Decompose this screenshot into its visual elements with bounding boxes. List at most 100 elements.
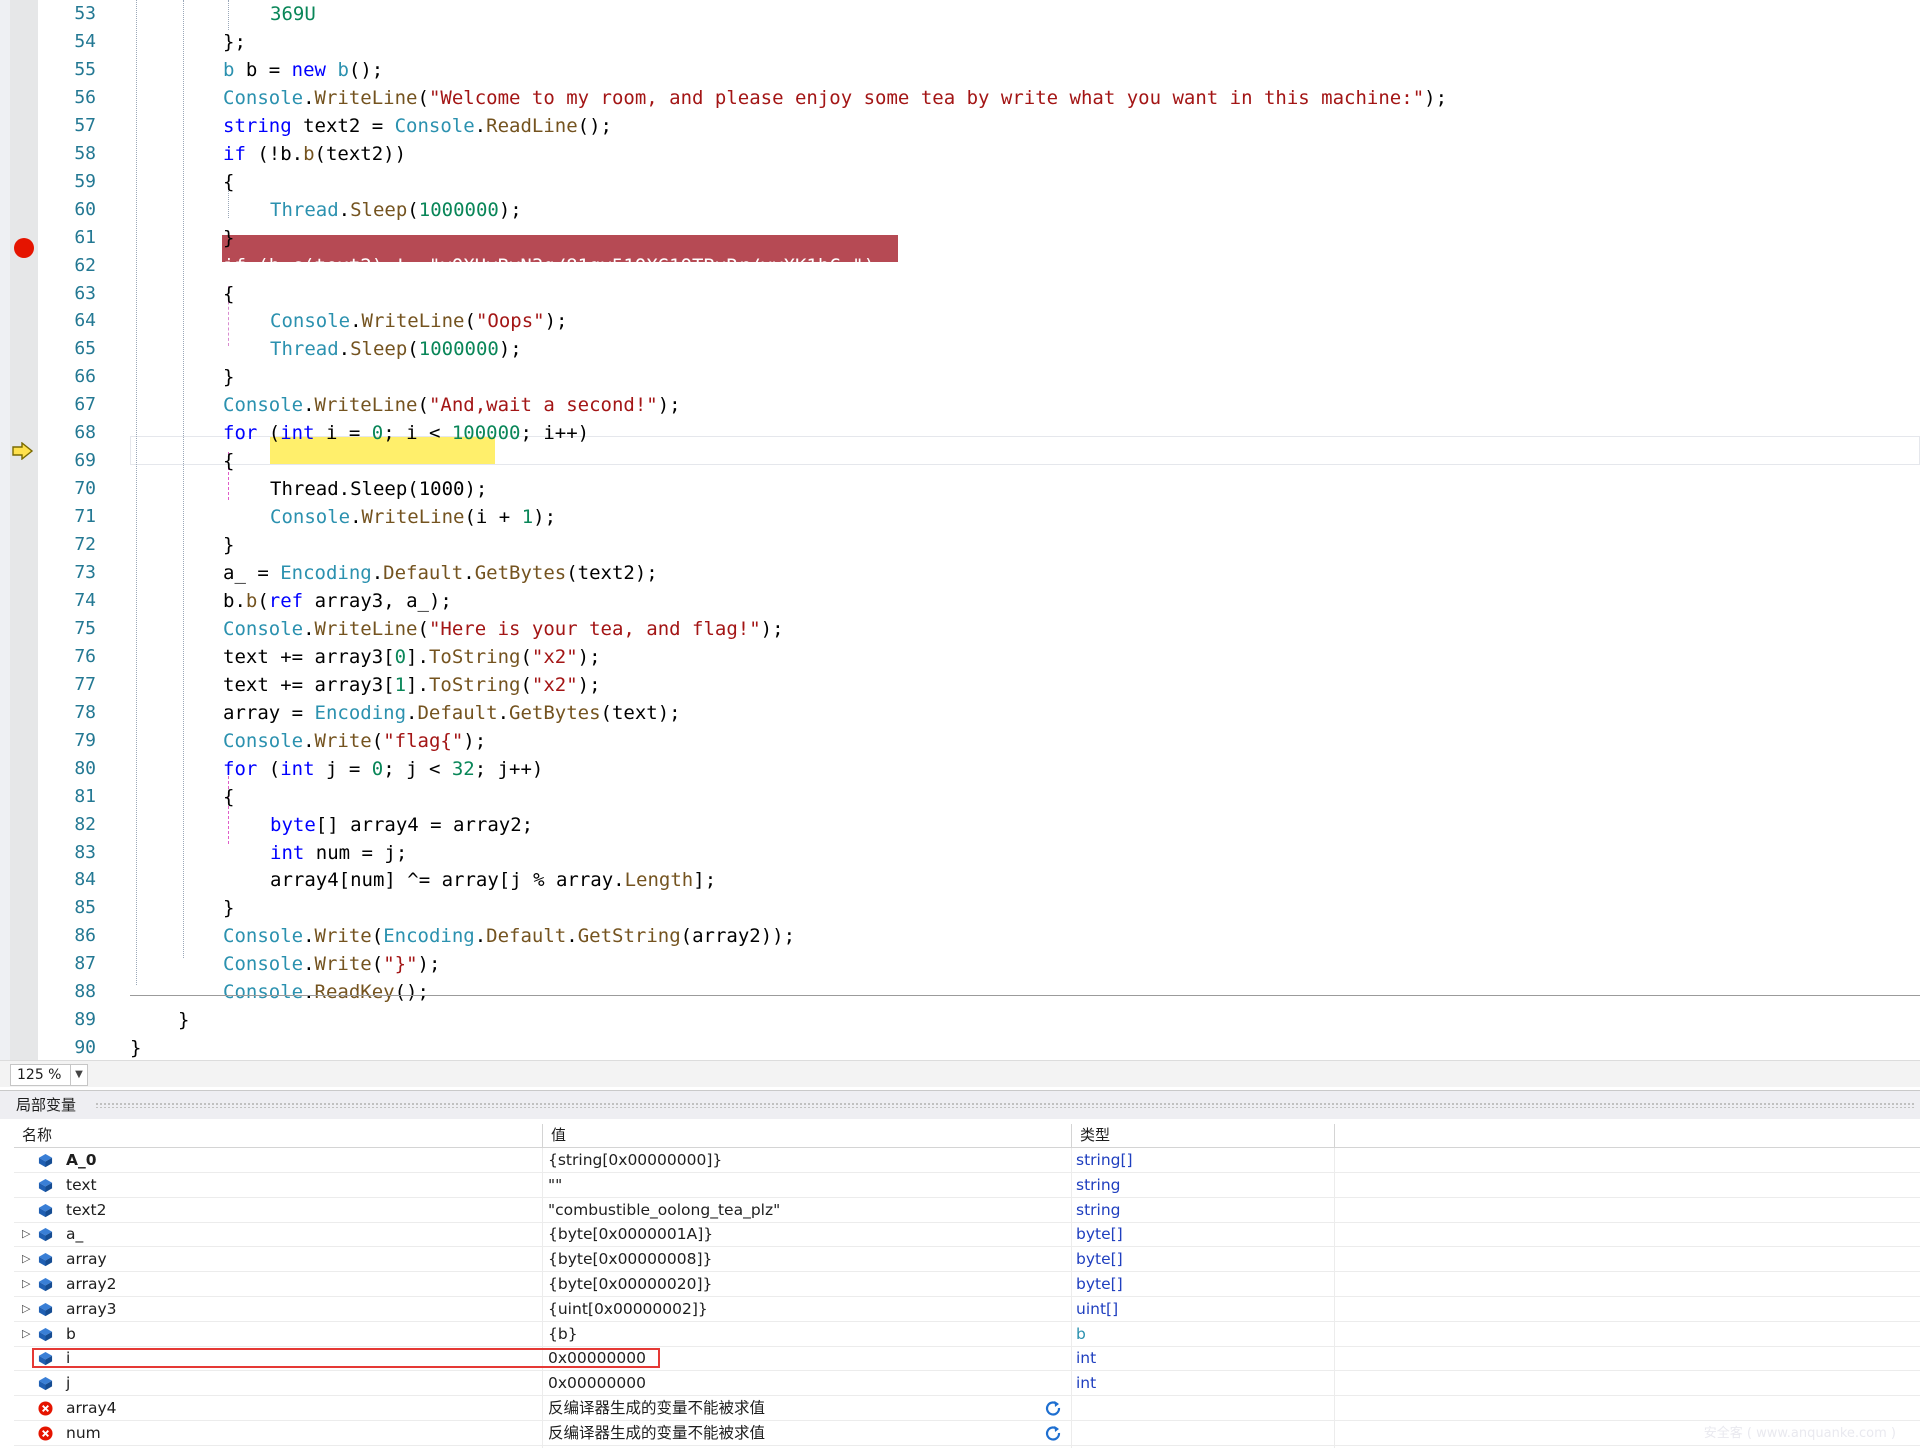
code-line[interactable]: 58 if (!b.b(text2)): [0, 140, 1920, 168]
expand-arrow-icon[interactable]: ▷: [22, 1272, 34, 1296]
code-line[interactable]: 86 Console.Write(Encoding.Default.GetStri…: [0, 922, 1920, 950]
variable-value[interactable]: {b}: [548, 1322, 578, 1346]
variable-value[interactable]: {byte[0x00000020]}: [548, 1272, 712, 1296]
code-line[interactable]: 90}: [0, 1034, 1920, 1062]
expand-arrow-icon[interactable]: ▷: [22, 1322, 34, 1346]
code-line[interactable]: 74 b.b(ref array3, a_);: [0, 587, 1920, 615]
code-line[interactable]: 69 {: [0, 447, 1920, 475]
code-token: a_ =: [223, 562, 281, 584]
code-line[interactable]: 72}: [0, 531, 1920, 559]
code-token: if: [223, 142, 246, 165]
code-line[interactable]: 80 for (int j = 0; j < 32; j++): [0, 755, 1920, 783]
code-line[interactable]: 77 text += array3[1].ToString("x2");: [0, 671, 1920, 699]
locals-row[interactable]: text2 "combustible_oolong_tea_plz" string: [14, 1198, 1920, 1223]
locals-row[interactable]: array4 反编译器生成的变量不能被求值: [14, 1396, 1920, 1421]
code-token: .: [303, 953, 315, 976]
code-token: .: [474, 114, 487, 137]
locals-row[interactable]: text "" string: [14, 1173, 1920, 1198]
code-line[interactable]: 71 Console.WriteLine(i + 1);: [0, 503, 1920, 531]
variable-value[interactable]: 0x00000000: [548, 1371, 646, 1395]
code-line[interactable]: 89}: [0, 1006, 1920, 1034]
code-editor[interactable]: 53 369U 54}; 55 b b = new b(); 56 Console.Writ…: [0, 0, 1920, 1086]
code-line[interactable]: 56 Console.WriteLine("Welcome to my room,…: [0, 84, 1920, 112]
local-variable-icon: [38, 1178, 53, 1192]
code-line[interactable]: 60 Thread.Sleep(1000000);: [0, 196, 1920, 224]
code-line[interactable]: 81 {: [0, 783, 1920, 811]
code-token: 1: [521, 506, 534, 529]
code-line[interactable]: 53 369U: [0, 0, 1920, 28]
code-text: if (b.c(text2) != "yQXHyBvN3g/81gv51QXG1…: [223, 252, 875, 280]
line-number: 67: [74, 394, 96, 416]
drag-grip[interactable]: [95, 1102, 1914, 1108]
line-number: 74: [74, 589, 96, 611]
column-header-value[interactable]: 值: [543, 1124, 1071, 1147]
code-token: b.: [223, 589, 246, 612]
line-number: 78: [74, 701, 96, 723]
code-token: ].: [406, 645, 429, 668]
locals-row[interactable]: num 反编译器生成的变量不能被求值: [14, 1421, 1920, 1446]
locals-row[interactable]: j 0x00000000 int: [14, 1371, 1920, 1397]
code-line[interactable]: 87 Console.Write("}");: [0, 950, 1920, 978]
locals-row[interactable]: ▷ a_ {byte[0x0000001A]} byte[]: [14, 1222, 1920, 1248]
code-line[interactable]: 79 Console.Write("flag{");: [0, 727, 1920, 755]
variable-value[interactable]: {byte[0x00000008]}: [548, 1247, 712, 1271]
code-line[interactable]: 63 {: [0, 280, 1920, 308]
refresh-icon[interactable]: [1044, 1424, 1062, 1442]
column-divider[interactable]: [1334, 1124, 1335, 1147]
code-line[interactable]: 83 int num = j;: [0, 839, 1920, 867]
line-number: 83: [74, 841, 96, 863]
code-line[interactable]: 75 Console.WriteLine("Here is your tea, a…: [0, 615, 1920, 643]
locals-row[interactable]: ▷ b {b} b: [14, 1322, 1920, 1347]
column-header-name[interactable]: 名称: [14, 1124, 544, 1147]
code-line[interactable]: 64 Console.WriteLine("Oops");: [0, 307, 1920, 335]
locals-title-bar[interactable]: 局部变量: [0, 1091, 1920, 1119]
code-line[interactable]: 55 b b = new b();: [0, 56, 1920, 84]
code-token: };: [223, 30, 246, 53]
code-text: string text2 = Console.ReadLine();: [223, 112, 612, 140]
variable-value[interactable]: "combustible_oolong_tea_plz": [548, 1198, 780, 1222]
code-text: if (!b.b(text2)): [223, 140, 406, 168]
locals-row[interactable]: ▷ array2 {byte[0x00000020]} byte[]: [14, 1272, 1920, 1297]
column-header-type[interactable]: 类型: [1072, 1124, 1334, 1147]
variable-value[interactable]: {uint[0x00000002]}: [548, 1297, 708, 1321]
refresh-icon[interactable]: [1044, 1399, 1062, 1417]
code-line[interactable]: 67 Console.WriteLine("And,wait a second!"…: [0, 391, 1920, 419]
code-line[interactable]: 85}: [0, 894, 1920, 922]
expand-arrow-icon[interactable]: ▷: [22, 1297, 34, 1321]
code-line[interactable]: 62 if (b.c(text2) != "yQXHyBvN3g/81gv51QX…: [0, 252, 1920, 280]
variable-value[interactable]: {byte[0x0000001A]}: [548, 1222, 713, 1246]
code-line[interactable]: 54};: [0, 28, 1920, 56]
line-number: 81: [74, 785, 96, 807]
code-line[interactable]: 59 {: [0, 168, 1920, 196]
code-line[interactable]: 82 byte[] array4 = array2;: [0, 811, 1920, 839]
code-line[interactable]: 84 array4[num] ^= array[j % array.Length]…: [0, 866, 1920, 894]
chevron-down-icon[interactable]: ▼: [70, 1065, 87, 1085]
code-text: }: [223, 224, 234, 252]
code-line[interactable]: 66}: [0, 363, 1920, 391]
zoom-level-dropdown[interactable]: 125 % ▼: [10, 1064, 88, 1086]
code-token: );: [463, 729, 487, 752]
code-line[interactable]: 61}: [0, 224, 1920, 252]
code-line[interactable]: 88 Console.ReadKey();: [0, 978, 1920, 1006]
variable-value[interactable]: {string[0x00000000]}: [548, 1148, 722, 1172]
variable-value[interactable]: 反编译器生成的变量不能被求值: [548, 1421, 765, 1445]
code-line[interactable]: 76 text += array3[0].ToString("x2");: [0, 643, 1920, 671]
expand-arrow-icon[interactable]: ▷: [22, 1222, 34, 1246]
code-line[interactable]: 65 Thread.Sleep(1000000);: [0, 335, 1920, 363]
code-token: GetBytes: [509, 701, 601, 724]
code-line[interactable]: 70 Thread.Sleep(1000);: [0, 475, 1920, 503]
code-text: b b = new b();: [223, 56, 383, 84]
code-line[interactable]: 73 a_ = Encoding.Default.GetBytes(text2);: [0, 559, 1920, 587]
code-token: (: [417, 394, 429, 417]
code-line[interactable]: 68 for (int i = 0; i < 100000; i++): [0, 419, 1920, 447]
variable-value[interactable]: 反编译器生成的变量不能被求值: [548, 1396, 765, 1420]
code-line[interactable]: 78 array = Encoding.Default.GetBytes(text…: [0, 699, 1920, 727]
expand-arrow-icon[interactable]: ▷: [22, 1247, 34, 1271]
locals-row[interactable]: ▷ array3 {uint[0x00000002]} uint[]: [14, 1297, 1920, 1322]
locals-row[interactable]: ▷ array {byte[0x00000008]} byte[]: [14, 1247, 1920, 1273]
code-text: }: [223, 531, 234, 559]
code-line[interactable]: 57 string text2 = Console.ReadLine();: [0, 112, 1920, 140]
variable-value[interactable]: "": [548, 1173, 562, 1197]
code-token: "x2": [531, 673, 578, 696]
locals-row[interactable]: A_0 {string[0x00000000]} string[]: [14, 1148, 1920, 1173]
